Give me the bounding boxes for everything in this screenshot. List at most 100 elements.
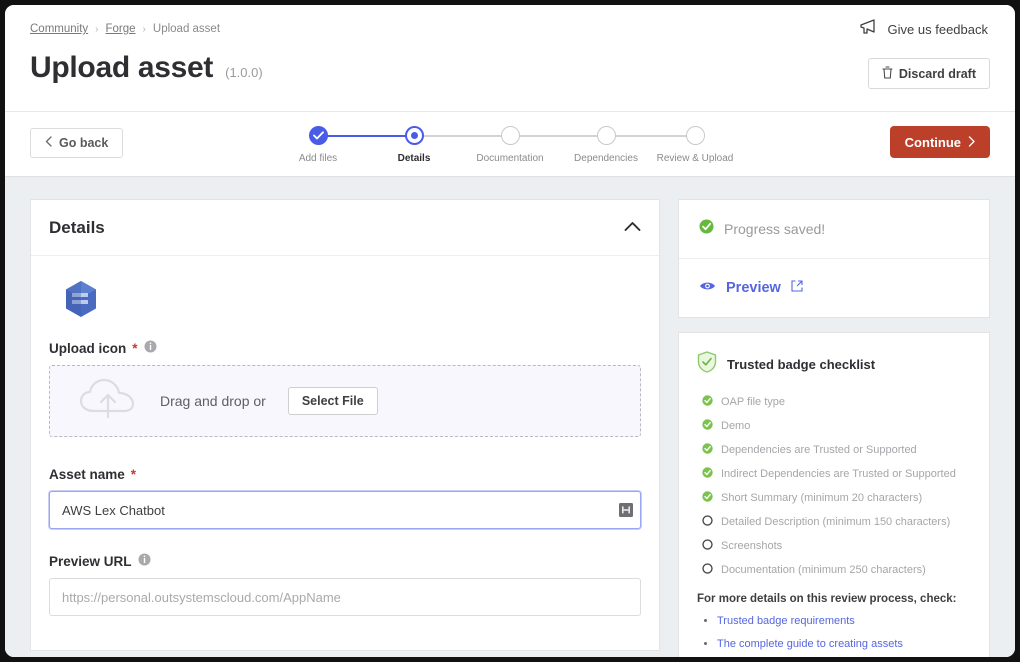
wizard-step-review-upload[interactable]: Review & Upload (640, 123, 750, 164)
file-dropzone[interactable]: Drag and drop or Select File (49, 365, 641, 437)
external-link-icon[interactable] (791, 279, 803, 297)
info-icon[interactable] (138, 553, 151, 569)
checklist-header: Trusted badge checklist (697, 351, 969, 378)
asset-name-input[interactable] (49, 491, 641, 529)
upload-icon-label: Upload icon * (49, 340, 641, 356)
app-window: Community › Forge › Upload asset Upload … (5, 5, 1015, 657)
checklist-item: Dependencies are Trusted or Supported (697, 441, 969, 459)
give-feedback-link[interactable]: Give us feedback (859, 19, 988, 40)
breadcrumb: Community › Forge › Upload asset (30, 23, 220, 35)
checklist-more-text: For more details on this review process,… (697, 593, 969, 605)
check-circle-icon (699, 219, 714, 239)
asset-name-label: Asset name * (49, 467, 641, 482)
text-handle-icon[interactable] (619, 503, 633, 517)
cloud-upload-icon (78, 377, 138, 426)
continue-label: Continue (905, 135, 961, 150)
checklist-item-label: Documentation (minimum 250 characters) (721, 564, 926, 576)
checklist-item: Documentation (minimum 250 characters) (697, 561, 969, 579)
check-circle-icon (702, 441, 713, 459)
required-marker: * (131, 467, 136, 482)
wizard-step-label: Details (359, 153, 469, 164)
discard-draft-button[interactable]: Discard draft (868, 58, 990, 89)
checklist-item: Detailed Description (minimum 150 charac… (697, 513, 969, 531)
list-item: Trusted badge requirements (717, 611, 969, 629)
empty-circle-icon (702, 513, 713, 531)
checklist-item: Short Summary (minimum 20 characters) (697, 489, 969, 507)
check-circle-icon (702, 417, 713, 435)
select-file-button[interactable]: Select File (288, 387, 378, 415)
preview-url-label-text: Preview URL (49, 554, 132, 569)
wizard-step-add-files[interactable]: Add files (263, 123, 373, 164)
checklist-item-label: Dependencies are Trusted or Supported (721, 444, 917, 456)
step-dot (501, 126, 520, 145)
checklist-item: Demo (697, 417, 969, 435)
page-header: Community › Forge › Upload asset Upload … (5, 5, 1015, 112)
hexagon-asset-icon (64, 280, 98, 318)
step-dot-current (405, 126, 424, 145)
sidebar-column: Progress saved! Preview (678, 199, 990, 657)
dropzone-text: Drag and drop or (160, 393, 266, 409)
check-circle-icon (702, 465, 713, 483)
breadcrumb-separator-icon: › (95, 24, 98, 35)
megaphone-icon (859, 19, 879, 40)
go-back-button[interactable]: Go back (30, 128, 123, 158)
checklist-title: Trusted badge checklist (727, 357, 875, 372)
preview-url-label: Preview URL (49, 553, 641, 569)
asset-name-label-text: Asset name (49, 467, 125, 482)
checklist-item-label: Indirect Dependencies are Trusted or Sup… (721, 468, 956, 480)
continue-button[interactable]: Continue (890, 126, 990, 158)
step-dot (686, 126, 705, 145)
required-marker: * (132, 341, 137, 356)
checklist-item-label: Demo (721, 420, 750, 432)
go-back-label: Go back (59, 136, 108, 150)
wizard-step-label: Review & Upload (640, 153, 750, 164)
breadcrumb-item-current: Upload asset (153, 23, 220, 35)
breadcrumb-item-community[interactable]: Community (30, 23, 88, 35)
trusted-badge-requirements-link[interactable]: Trusted badge requirements (717, 615, 855, 627)
chevron-left-icon (45, 136, 52, 150)
wizard-step-label: Add files (263, 153, 373, 164)
checklist-item-label: OAP file type (721, 396, 785, 408)
trash-icon (882, 66, 893, 82)
preview-url-input[interactable] (49, 578, 641, 616)
check-circle-icon (702, 393, 713, 411)
give-feedback-label: Give us feedback (888, 22, 988, 37)
discard-draft-label: Discard draft (899, 67, 976, 81)
checklist-item-label: Detailed Description (minimum 150 charac… (721, 516, 950, 528)
page-canvas: Details Uploa (5, 177, 1015, 657)
breadcrumb-item-forge[interactable]: Forge (106, 23, 136, 35)
step-dot (597, 126, 616, 145)
checklist-item: OAP file type (697, 393, 969, 411)
empty-circle-icon (702, 561, 713, 579)
checklist-item: Indirect Dependencies are Trusted or Sup… (697, 465, 969, 483)
step-dot-done (309, 126, 328, 145)
progress-saved-row: Progress saved! (679, 200, 989, 258)
trusted-badge-checklist-card: Trusted badge checklist OAP file type De… (678, 332, 990, 657)
checklist-item: Screenshots (697, 537, 969, 555)
eye-icon (699, 279, 716, 297)
details-card-header[interactable]: Details (31, 200, 659, 256)
chevron-up-icon[interactable] (624, 219, 641, 237)
info-icon[interactable] (144, 340, 157, 356)
details-card-body: Upload icon * Drag and (31, 256, 659, 650)
title-row: Upload asset (1.0.0) (30, 51, 263, 85)
preview-link[interactable]: Preview (679, 259, 989, 317)
checklist-item-label: Screenshots (721, 540, 782, 552)
details-card: Details Uploa (30, 199, 660, 651)
check-icon (310, 127, 327, 144)
upload-icon-label-text: Upload icon (49, 341, 126, 356)
progress-saved-label: Progress saved! (724, 221, 825, 237)
breadcrumb-separator-icon: › (143, 24, 146, 35)
preview-url-field-wrap (49, 578, 641, 616)
wizard-step-details[interactable]: Details (359, 123, 469, 164)
status-card: Progress saved! Preview (678, 199, 990, 318)
details-column: Details Uploa (30, 199, 660, 657)
shield-check-icon (697, 351, 717, 378)
wizard-step-documentation[interactable]: Documentation (455, 123, 565, 164)
checklist-item-label: Short Summary (minimum 20 characters) (721, 492, 922, 504)
empty-circle-icon (702, 537, 713, 555)
details-card-title: Details (49, 218, 105, 238)
asset-name-field-wrap (49, 491, 641, 529)
complete-guide-link[interactable]: The complete guide to creating assets (717, 638, 903, 650)
wizard-step-bar: Go back Add files Details Documentation (5, 112, 1015, 177)
